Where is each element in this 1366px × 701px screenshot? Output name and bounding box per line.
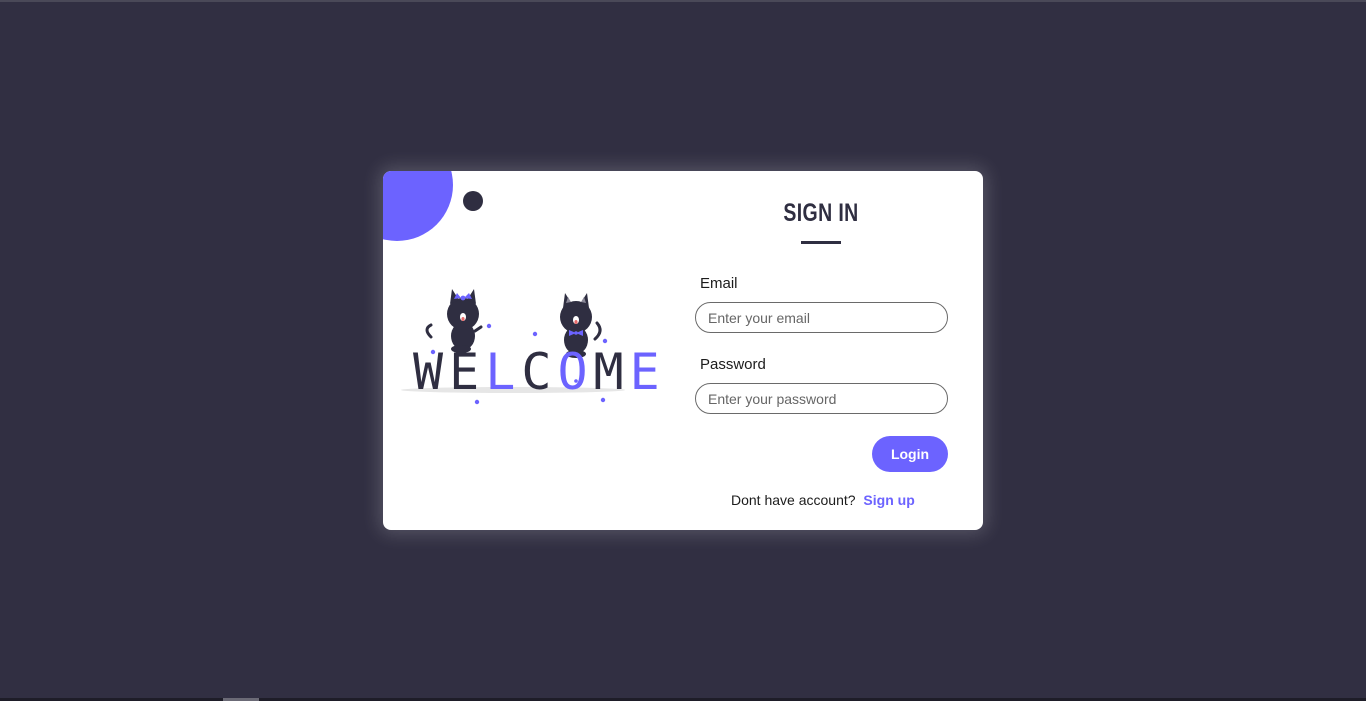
confetti-dot (486, 323, 492, 329)
signup-row: Dont have account? Sign up (731, 492, 915, 508)
email-label: Email (700, 275, 738, 292)
login-button[interactable]: Login (872, 436, 948, 472)
page-title: SIGN IN (783, 199, 859, 227)
title-underline (801, 241, 841, 244)
email-field[interactable] (695, 302, 948, 333)
welcome-letter: L (485, 343, 517, 401)
welcome-letter: W (413, 343, 445, 401)
welcome-text: WELCOME (413, 347, 661, 397)
window-top-border (0, 0, 1366, 2)
welcome-letter: E (449, 343, 481, 401)
welcome-letter: M (593, 343, 625, 401)
confetti-dot (532, 331, 538, 337)
welcome-letter: E (629, 343, 661, 401)
password-label: Password (700, 356, 766, 373)
decorative-dark-dot (463, 191, 483, 211)
welcome-letter: C (521, 343, 553, 401)
login-card: WELCOME SIGN IN Email Password Login Don… (383, 171, 983, 530)
signup-prompt: Dont have account? (731, 492, 856, 508)
welcome-letter: O (557, 343, 589, 401)
decorative-purple-circle (383, 171, 453, 241)
signup-link[interactable]: Sign up (863, 492, 914, 508)
password-field[interactable] (695, 383, 948, 414)
